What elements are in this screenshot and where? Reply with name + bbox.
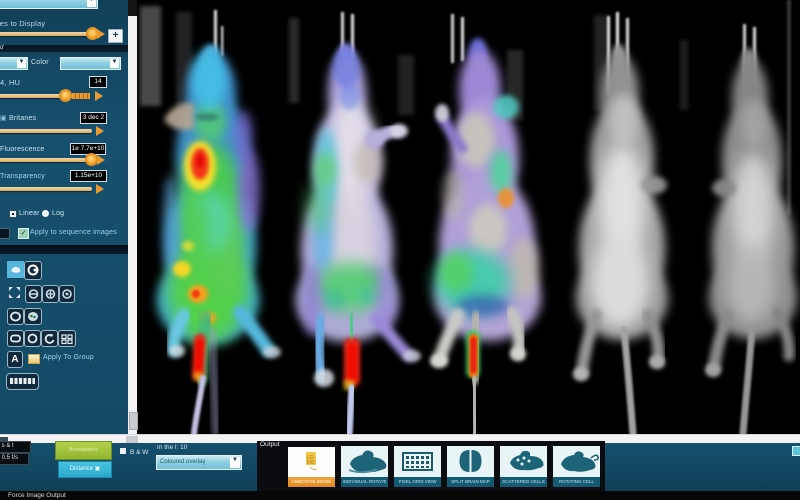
svg-text:DO: DO: [307, 460, 315, 466]
